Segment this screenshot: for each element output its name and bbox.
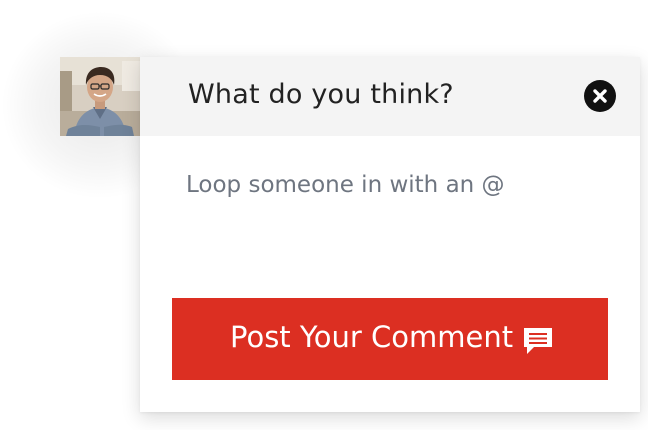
post-comment-label: Post Your Comment — [230, 320, 514, 354]
close-icon — [593, 89, 607, 103]
comment-icon — [522, 326, 554, 356]
card-header: What do you think? — [140, 57, 640, 136]
avatar — [60, 57, 140, 136]
close-button[interactable] — [584, 80, 616, 112]
comment-card: What do you think? Post Your Comment — [140, 57, 640, 412]
comment-input[interactable] — [186, 165, 606, 205]
comment-widget-stage: What do you think? Post Your Comment — [0, 0, 648, 430]
header-title: What do you think? — [188, 79, 454, 110]
post-comment-button[interactable]: Post Your Comment — [172, 298, 608, 380]
